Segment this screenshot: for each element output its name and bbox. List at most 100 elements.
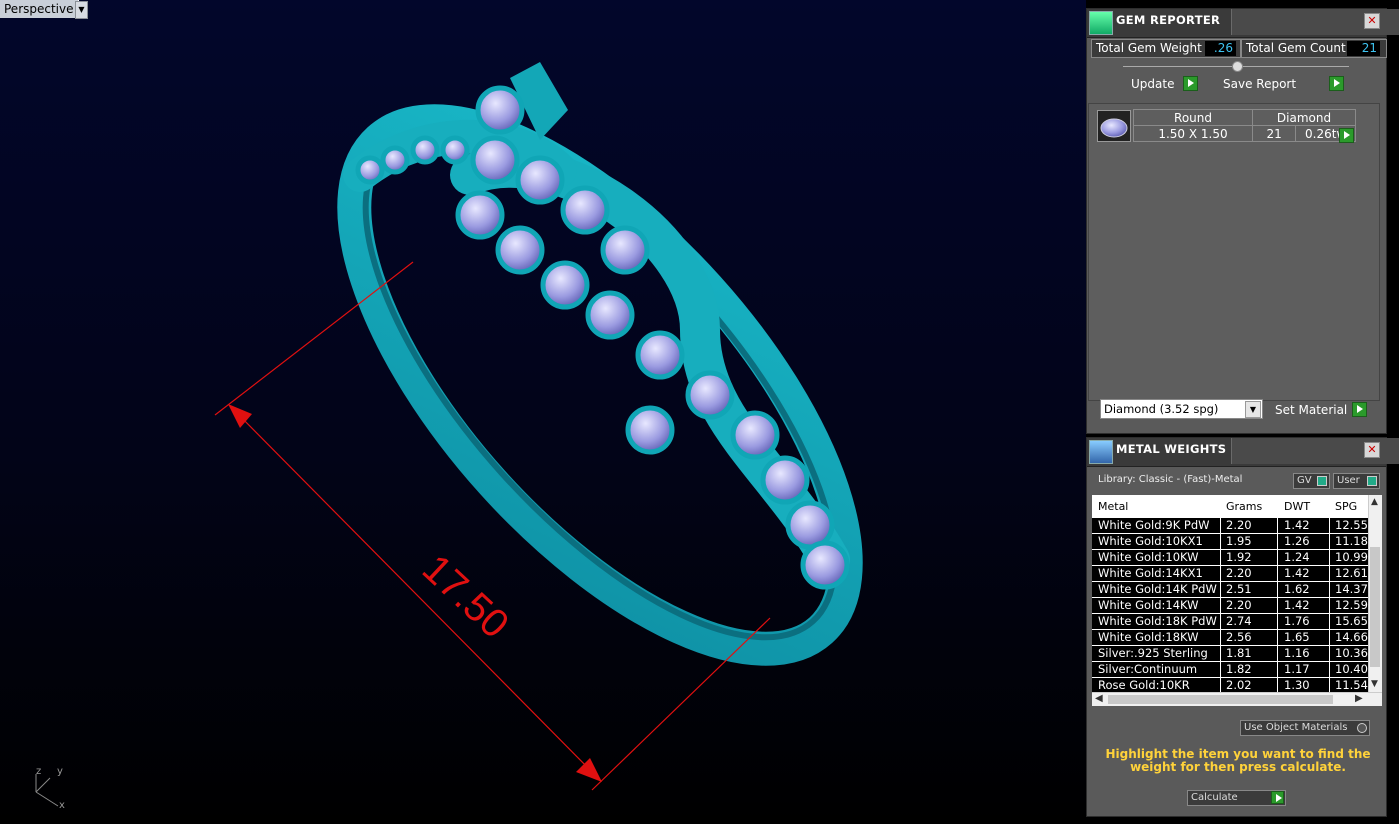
table-cell: 1.95 [1226,534,1252,548]
vertical-scrollbar[interactable]: ▲ ▼ [1368,495,1382,692]
table-cell: 1.30 [1284,678,1310,692]
diamond-thumbnail-icon[interactable] [1097,110,1131,142]
gem-row-play-icon[interactable] [1339,128,1354,143]
table-cell: 10.36 [1335,646,1368,660]
use-object-materials-checkbox[interactable]: Use Object Materials [1240,720,1370,736]
metal-weights-panel: METAL WEIGHTS ✕ Library: Classic - (Fast… [1086,437,1399,817]
diamond-stone [470,135,520,185]
table-cell: White Gold:9K PdW [1098,518,1210,532]
gem-material: Diamond [1252,109,1356,126]
table-cell: 11.54 [1335,678,1368,692]
close-icon[interactable]: ✕ [1364,13,1380,29]
table-cell: 2.20 [1226,598,1252,612]
svg-text:y: y [57,766,63,777]
3d-viewport[interactable]: 17.50 Perspective ▼ z y x [0,0,1086,824]
table-row[interactable]: Silver:.925 Sterling 1.81 1.16 10.36 [1092,646,1368,662]
dimension-label: 17.50 [414,546,517,646]
table-cell: 1.82 [1226,662,1252,676]
table-cell: 2.56 [1226,630,1252,644]
gem-shape: Round [1133,109,1253,126]
calculate-play-icon[interactable] [1271,791,1284,804]
diamond-stone [455,190,505,240]
table-cell: 14.66 [1335,630,1368,644]
update-button[interactable]: Update [1131,76,1174,92]
save-report-button[interactable]: Save Report [1223,76,1296,92]
table-row[interactable]: White Gold:14KX1 2.20 1.42 12.61 [1092,566,1368,582]
diamond-stone [495,225,545,275]
scroll-right-icon: ▶ [1355,693,1363,704]
gem-table[interactable]: Round Diamond 1.50 X 1.50 21 0.26tw [1133,109,1356,142]
table-row[interactable]: White Gold:10KX1 1.95 1.26 11.18 [1092,534,1368,550]
material-select[interactable]: Diamond (3.52 spg) ▼ [1100,399,1263,419]
metal-weights-titlebar[interactable]: METAL WEIGHTS ✕ [1087,438,1399,467]
diamond-stone [410,135,440,165]
scroll-left-icon: ◀ [1095,693,1103,704]
table-cell: 1.81 [1226,646,1252,660]
table-cell: 1.65 [1284,630,1310,644]
panel-title: METAL WEIGHTS [1116,442,1227,456]
table-row[interactable]: White Gold:14K PdW 2.51 1.62 14.37 [1092,582,1368,598]
table-cell: 1.17 [1284,662,1310,676]
table-cell: 10.40 [1335,662,1368,676]
scroll-up-icon: ▲ [1371,497,1378,507]
scroll-thumb [1108,695,1333,704]
table-cell: White Gold:18KW [1098,630,1199,644]
table-row[interactable]: White Gold:18K PdW 2.74 1.76 15.65 [1092,614,1368,630]
table-cell: 1.42 [1284,598,1310,612]
table-cell: 1.16 [1284,646,1310,660]
total-gem-weight-value: .26 [1205,41,1236,56]
viewport-name[interactable]: Perspective [0,0,79,18]
update-play-icon[interactable] [1183,76,1198,91]
axis-gizmo: z y x [35,766,65,811]
table-cell: 1.26 [1284,534,1310,548]
table-row[interactable]: White Gold:9K PdW 2.20 1.42 12.55 [1092,518,1368,534]
table-row[interactable]: Rose Gold:10KR 2.02 1.30 11.54 [1092,678,1368,692]
table-cell: 14.37 [1335,582,1368,596]
table-row[interactable]: White Gold:14KW 2.20 1.42 12.59 [1092,598,1368,614]
table-row[interactable]: Silver:Continuum 1.82 1.17 10.40 [1092,662,1368,678]
scroll-down-icon: ▼ [1371,679,1378,689]
table-cell: 2.20 [1226,566,1252,580]
diamond-stone [540,260,590,310]
table-cell: 1.62 [1284,582,1310,596]
gv-toggle[interactable]: GV [1293,473,1330,489]
chevron-down-icon[interactable]: ▼ [1245,401,1261,418]
table-cell: White Gold:14KX1 [1098,566,1203,580]
horizontal-scrollbar[interactable]: ◀ ▶ [1092,692,1382,706]
scroll-thumb [1370,547,1380,667]
diamond-stone [380,145,410,175]
table-cell: White Gold:14KW [1098,598,1199,612]
diamond-stone [800,540,850,590]
table-cell: 1.92 [1226,550,1252,564]
diamond-stone [625,405,675,455]
table-cell: 2.02 [1226,678,1252,692]
diamond-stone [355,155,385,185]
set-material-button[interactable]: Set Material [1275,402,1347,418]
svg-text:z: z [36,766,41,777]
table-row[interactable]: White Gold:10KW 1.92 1.24 10.99 [1092,550,1368,566]
diamond-stone [475,85,525,135]
metal-weights-icon [1089,440,1113,464]
diamond-stone [685,370,735,420]
viewport-dropdown-arrow[interactable]: ▼ [75,1,88,19]
save-report-play-icon[interactable] [1329,76,1344,91]
set-material-play-icon[interactable] [1352,402,1367,417]
column-header[interactable]: SPG [1335,500,1357,513]
metal-table[interactable]: Metal Grams DWT SPG White Gold:9K PdW 2.2… [1092,495,1382,692]
table-row[interactable]: White Gold:18KW 2.56 1.65 14.66 [1092,630,1368,646]
gem-reporter-titlebar[interactable]: GEM REPORTER ✕ [1087,9,1399,38]
close-icon[interactable]: ✕ [1364,442,1380,458]
gem-reporter-panel: GEM REPORTER ✕ Total Gem Weight .26 Tota… [1086,8,1399,434]
diamond-stone [760,455,810,505]
slider-handle[interactable] [1232,61,1243,72]
column-header[interactable]: Metal [1098,500,1128,513]
table-cell: Rose Gold:10KR [1098,678,1190,692]
gem-reporter-icon [1089,11,1113,35]
user-toggle[interactable]: User [1333,473,1380,489]
table-cell: 11.18 [1335,534,1368,548]
gem-list: Round Diamond 1.50 X 1.50 21 0.26tw [1088,103,1380,401]
column-header[interactable]: DWT [1284,500,1310,513]
diamond-stone [785,500,835,550]
column-header[interactable]: Grams [1226,500,1262,513]
metal-table-header: Metal Grams DWT SPG [1092,495,1368,517]
